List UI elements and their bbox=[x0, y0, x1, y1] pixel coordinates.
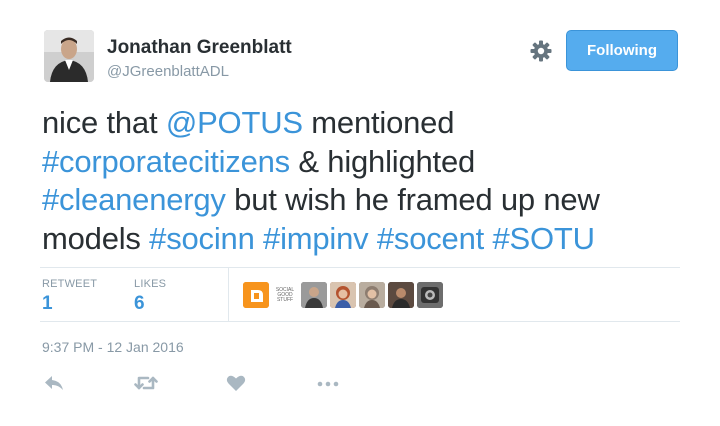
gear-icon[interactable] bbox=[529, 39, 553, 63]
tweet-text-segment: mentioned bbox=[302, 105, 455, 140]
mention-potus-link[interactable]: @POTUS bbox=[166, 105, 303, 140]
tweet-text-segment bbox=[255, 221, 263, 256]
hashtag-socent-link[interactable]: #socent bbox=[377, 221, 484, 256]
following-button[interactable]: Following bbox=[566, 30, 678, 71]
liker-avatar[interactable] bbox=[417, 282, 443, 308]
like-icon[interactable] bbox=[226, 373, 246, 398]
stats-bottom-divider bbox=[40, 321, 680, 322]
liker-avatar[interactable]: SOCIAL GOOD STUFF bbox=[272, 282, 298, 308]
retweet-icon[interactable] bbox=[134, 373, 158, 398]
tweet-text: nice that @POTUS mentioned #corporatecit… bbox=[42, 104, 692, 258]
tweet-text-segment bbox=[368, 221, 376, 256]
tweet-timestamp[interactable]: 9:37 PM - 12 Jan 2016 bbox=[42, 339, 184, 355]
stats-separator bbox=[228, 268, 229, 321]
hashtag-cleanenergy-link[interactable]: #cleanenergy bbox=[42, 182, 226, 217]
liker-avatar[interactable] bbox=[359, 282, 385, 308]
liker-avatar[interactable] bbox=[330, 282, 356, 308]
liker-avatar[interactable] bbox=[243, 282, 269, 308]
hashtag-corporatecitizens-link[interactable]: #corporatecitizens bbox=[42, 144, 290, 179]
hashtag-sotu-link[interactable]: #SOTU bbox=[492, 221, 595, 256]
liker-avatar[interactable] bbox=[388, 282, 414, 308]
likes-label[interactable]: LIKES bbox=[134, 278, 166, 290]
hashtag-socinn-link[interactable]: #socinn bbox=[149, 221, 255, 256]
liker-avatar[interactable] bbox=[301, 282, 327, 308]
hashtag-impinv-link[interactable]: #impinv bbox=[263, 221, 369, 256]
tweet-text-segment: & highlighted bbox=[289, 143, 476, 179]
author-avatar[interactable] bbox=[44, 30, 94, 82]
reply-icon[interactable] bbox=[44, 373, 64, 398]
more-icon[interactable] bbox=[316, 373, 340, 398]
likers-avatar-list: SOCIAL GOOD STUFF bbox=[243, 282, 446, 308]
author-name[interactable]: Jonathan Greenblatt bbox=[107, 37, 292, 59]
liker-logo-text: SOCIAL GOOD STUFF bbox=[275, 286, 295, 303]
likes-count[interactable]: 6 bbox=[134, 293, 145, 315]
retweets-label[interactable]: RETWEET bbox=[42, 278, 97, 290]
tweet-text-segment: nice that bbox=[42, 105, 166, 140]
author-handle[interactable]: @JGreenblattADL bbox=[107, 63, 229, 80]
stats-top-divider bbox=[40, 267, 680, 268]
retweets-count[interactable]: 1 bbox=[42, 293, 53, 315]
